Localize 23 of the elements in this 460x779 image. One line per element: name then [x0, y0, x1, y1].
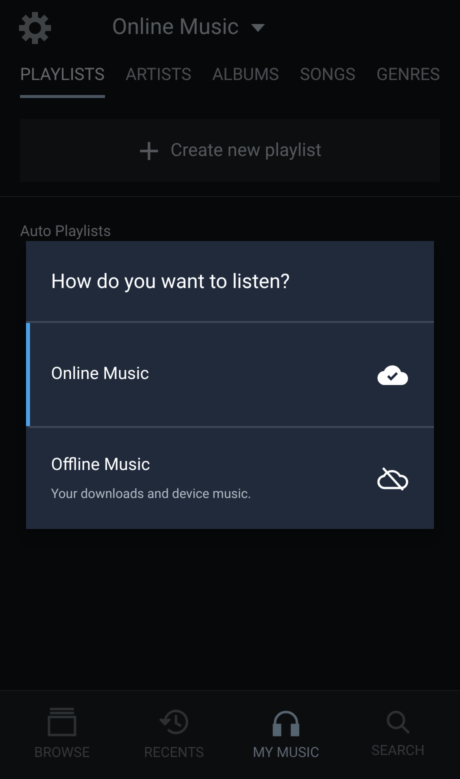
plus-icon	[138, 140, 159, 160]
stacked-window-icon	[47, 706, 77, 736]
tab[interactable]: SONGS	[300, 63, 356, 98]
dialog-title: How do you want to listen?	[51, 268, 290, 295]
history-icon	[158, 706, 190, 736]
nav-tab[interactable]: MY MUSIC	[231, 706, 341, 764]
cloud-check-icon	[377, 364, 409, 386]
search-icon	[385, 708, 411, 734]
create-playlist-button[interactable]: Create new playlist	[20, 119, 440, 182]
cloud-off-icon	[377, 466, 409, 492]
caret-icon	[250, 24, 265, 32]
option-label: Online Music	[51, 362, 149, 386]
settings-icon[interactable]	[18, 10, 52, 44]
listen-option[interactable]: Online Music	[26, 323, 434, 426]
section-title: Auto Playlists	[20, 222, 111, 240]
option-label: Offline Music	[51, 454, 151, 477]
tab[interactable]: GENRES	[376, 63, 440, 98]
option-subtitle: Your downloads and device music.	[51, 486, 252, 504]
tab[interactable]: ARTISTS	[125, 63, 192, 98]
tab[interactable]: ALBUMS	[212, 63, 279, 98]
music-source-dropdown[interactable]: Online Music	[112, 11, 265, 44]
listen-option[interactable]: Offline Music Your downloads and device music.	[26, 426, 434, 529]
tab[interactable]: PLAYLISTS	[20, 63, 105, 98]
